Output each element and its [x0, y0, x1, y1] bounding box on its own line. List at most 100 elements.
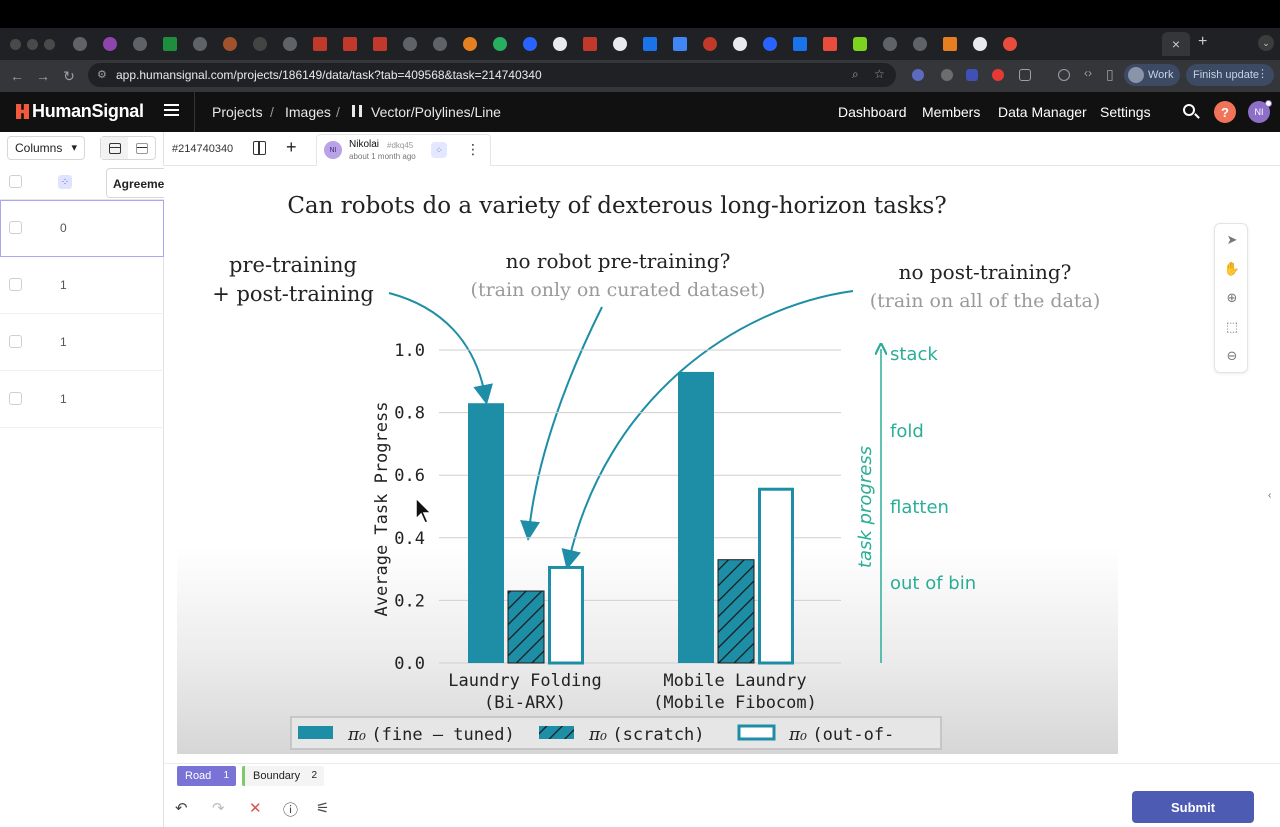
tab-favicon[interactable]	[763, 37, 777, 51]
tab-search-chevron-icon[interactable]: ⌄	[1258, 35, 1274, 51]
tab-favicon[interactable]	[433, 37, 447, 51]
extensions-puzzle-icon[interactable]	[1019, 69, 1031, 81]
nav-members[interactable]: Members	[922, 104, 980, 120]
tab-favicon[interactable]	[193, 37, 207, 51]
collapse-sidebar-icon[interactable]: ‹	[1268, 490, 1271, 501]
grid-view-button[interactable]	[128, 137, 155, 159]
label-boundary[interactable]: Boundary 2	[242, 766, 324, 786]
tab-favicon[interactable]	[103, 37, 117, 51]
table-row[interactable]	[0, 257, 164, 314]
breadcrumb-projects[interactable]: Projects	[212, 104, 263, 120]
sidebar-icon[interactable]: ▯	[1106, 66, 1114, 83]
redo-icon[interactable]: ↷	[212, 799, 225, 817]
submit-button[interactable]: Submit	[1132, 791, 1254, 823]
brand-logo[interactable]: HumanSignal	[16, 101, 144, 122]
tab-favicon[interactable]	[283, 37, 297, 51]
split-view-icon[interactable]	[253, 141, 266, 155]
tab-favicon[interactable]	[1003, 37, 1017, 51]
row-checkbox[interactable]	[9, 392, 22, 405]
table-row-selected[interactable]	[0, 200, 164, 257]
delete-icon[interactable]: ✕	[249, 799, 262, 817]
extension-icon[interactable]	[992, 69, 1004, 81]
pointer-tool-icon[interactable]: ➤	[1215, 226, 1249, 254]
close-window-dot[interactable]	[10, 38, 21, 50]
columns-dropdown[interactable]: Columns ▾	[7, 136, 85, 160]
table-row[interactable]	[0, 314, 164, 371]
url-field[interactable]: ⚙ app.humansignal.com/projects/186149/da…	[88, 63, 896, 87]
annotation-count-icon[interactable]: ⁘	[58, 175, 72, 189]
tab-favicon[interactable]	[883, 37, 897, 51]
tab-favicon[interactable]	[163, 37, 177, 51]
tab-favicon[interactable]	[253, 37, 267, 51]
github-tab-icon[interactable]	[973, 37, 987, 51]
tab-favicon[interactable]	[403, 37, 417, 51]
nav-dashboard[interactable]: Dashboard	[838, 104, 907, 120]
hamburger-menu-icon[interactable]	[164, 104, 179, 116]
active-tab-close-button[interactable]: ×	[1162, 32, 1190, 56]
new-tab-button[interactable]: +	[1198, 33, 1207, 51]
tab-favicon[interactable]	[643, 37, 657, 51]
agreement-column-header[interactable]: Agreement	[106, 168, 166, 198]
tab-favicon[interactable]	[913, 37, 927, 51]
github-tab-icon[interactable]	[733, 37, 747, 51]
github-tab-icon[interactable]	[613, 37, 627, 51]
maximize-window-dot[interactable]	[44, 38, 55, 50]
zoom-out-icon[interactable]: ⊖	[1215, 342, 1249, 370]
close-tab-icon[interactable]: ×	[1172, 36, 1180, 52]
row-checkbox[interactable]	[9, 278, 22, 291]
tab-favicon[interactable]	[73, 37, 87, 51]
site-settings-icon[interactable]: ⚙	[97, 68, 107, 81]
task-image[interactable]: Can robots do a variety of dexterous lon…	[177, 177, 1118, 754]
undo-icon[interactable]: ↶	[175, 799, 188, 817]
minimize-window-dot[interactable]	[27, 38, 38, 50]
hand-pan-icon[interactable]: ✋	[1215, 255, 1249, 283]
tab-favicon[interactable]	[583, 37, 597, 51]
back-arrow-icon[interactable]: ←	[4, 68, 30, 84]
extension-icon[interactable]	[912, 69, 924, 81]
extension-icon[interactable]	[941, 69, 953, 81]
tab-favicon[interactable]	[703, 37, 717, 51]
row-checkbox[interactable]	[9, 335, 22, 348]
view-toggle[interactable]	[100, 136, 156, 160]
tab-favicon[interactable]	[523, 37, 537, 51]
settings-sliders-icon[interactable]: ⚟	[316, 799, 329, 817]
breadcrumb-images[interactable]: Images	[285, 104, 331, 120]
profile-chip[interactable]: Work	[1124, 64, 1180, 86]
annotation-tab[interactable]	[316, 134, 491, 166]
tab-favicon[interactable]	[223, 37, 237, 51]
gmail-tab-icon[interactable]	[373, 37, 387, 51]
tab-favicon[interactable]	[493, 37, 507, 51]
finish-update-button[interactable]: Finish update ⋮	[1186, 64, 1274, 86]
docs-tab-icon[interactable]	[673, 37, 687, 51]
row-checkbox[interactable]	[9, 221, 22, 234]
gmail-tab-icon[interactable]	[313, 37, 327, 51]
help-button[interactable]: ?	[1214, 101, 1236, 123]
search-icon[interactable]	[1183, 104, 1195, 116]
select-all-checkbox[interactable]	[9, 175, 22, 188]
code-icon[interactable]: ‹›	[1084, 66, 1092, 80]
add-annotation-button[interactable]: +	[286, 137, 297, 158]
tab-favicon[interactable]	[133, 37, 147, 51]
nav-settings[interactable]: Settings	[1100, 104, 1151, 120]
tab-favicon[interactable]	[553, 37, 567, 51]
bookmark-star-icon[interactable]: ☆	[874, 67, 885, 81]
tab-favicon[interactable]	[823, 37, 837, 51]
tab-favicon[interactable]	[463, 37, 477, 51]
label-road[interactable]: Road 1	[177, 766, 236, 786]
key-icon[interactable]	[1058, 69, 1070, 81]
fit-to-screen-icon[interactable]: ⬚	[1215, 313, 1249, 341]
extension-icon[interactable]	[966, 69, 978, 81]
tab-favicon[interactable]	[943, 37, 957, 51]
zoom-icon[interactable]: ⌕	[852, 67, 859, 82]
reload-icon[interactable]: ↻	[56, 68, 82, 85]
more-vertical-icon[interactable]: ⋮	[1257, 67, 1268, 80]
window-controls[interactable]	[10, 38, 55, 50]
nav-data-manager[interactable]: Data Manager	[998, 104, 1087, 120]
annotation-more-button[interactable]: ⋮	[466, 141, 480, 158]
zoom-in-icon[interactable]: ⊕	[1215, 284, 1249, 312]
forward-arrow-icon[interactable]: →	[30, 68, 56, 84]
gmail-tab-icon[interactable]	[343, 37, 357, 51]
breadcrumb-project-name[interactable]: Vector/Polylines/Line	[371, 104, 501, 120]
info-icon[interactable]: ⓘ	[283, 799, 298, 820]
list-view-button[interactable]	[101, 137, 128, 159]
